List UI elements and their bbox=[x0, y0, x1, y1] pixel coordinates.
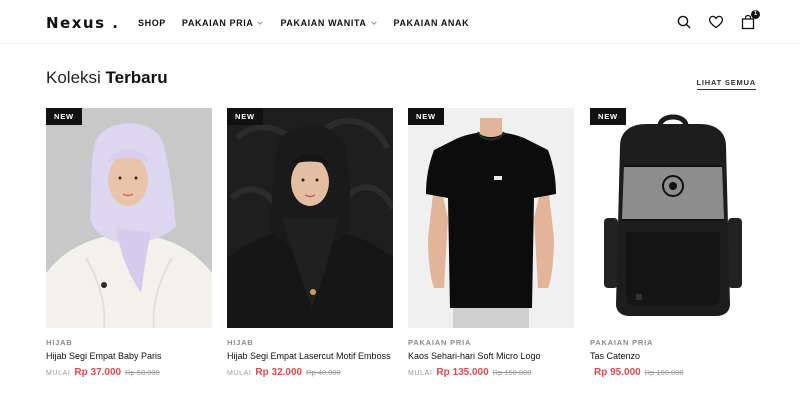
nav-pakaian-wanita[interactable]: PAKAIAN WANITA bbox=[280, 18, 377, 28]
product-old-price: Rp 40.000 bbox=[306, 368, 341, 377]
product-grid: NEW HIJAB Hijab Segi Empat Baby Paris MU… bbox=[46, 108, 756, 388]
new-badge: NEW bbox=[408, 108, 444, 125]
product-price: Rp 37.000 bbox=[74, 367, 122, 378]
product-old-price: Rp 58.000 bbox=[125, 368, 160, 377]
product-category: PAKAIAN PRIA bbox=[590, 338, 654, 347]
nav-pakaian-wanita-label: PAKAIAN WANITA bbox=[280, 18, 367, 28]
product-category: PAKAIAN PRIA bbox=[408, 338, 472, 347]
cart-button[interactable]: 1 bbox=[740, 10, 760, 30]
nav-pakaian-anak-label: PAKAIAN ANAK bbox=[393, 18, 470, 28]
product-old-price: Rp 150.000 bbox=[492, 368, 532, 377]
logo[interactable]: Nexus . bbox=[46, 14, 119, 32]
chevron-down-icon bbox=[370, 21, 377, 25]
site-header: Nexus . SHOP PAKAIAN PRIA PAKAIAN WANITA… bbox=[0, 0, 800, 44]
hijab-lasercut-image bbox=[227, 108, 393, 328]
product-name[interactable]: Tas Catenzo bbox=[590, 351, 756, 361]
product-card[interactable]: NEW HIJAB Hijab Segi Empat Lasercut Moti… bbox=[227, 108, 393, 378]
product-card[interactable]: NEW PAKAIAN PRIA Tas Catenzo Rp 95.000 R… bbox=[590, 108, 756, 378]
tas-catenzo-image bbox=[590, 108, 756, 328]
search-icon bbox=[677, 15, 691, 29]
nav-pakaian-pria-label: PAKAIAN PRIA bbox=[181, 18, 254, 28]
product-card[interactable]: NEW HIJAB Hijab Segi Empat Baby Paris MU… bbox=[46, 108, 212, 378]
cart-count-badge: 1 bbox=[751, 10, 760, 19]
product-name[interactable]: Hijab Segi Empat Baby Paris bbox=[46, 351, 212, 361]
price-from-label: MULAI bbox=[46, 370, 71, 377]
search-button[interactable] bbox=[676, 14, 692, 30]
product-image[interactable]: NEW bbox=[46, 108, 212, 328]
product-name[interactable]: Hijab Segi Empat Lasercut Motif Emboss bbox=[227, 351, 393, 361]
product-price: Rp 135.000 bbox=[436, 367, 489, 378]
section-title-bold: Terbaru bbox=[105, 68, 168, 87]
price-from-label: MULAI bbox=[408, 370, 433, 377]
product-name[interactable]: Kaos Sehari-hari Soft Micro Logo bbox=[408, 351, 574, 361]
main-nav: SHOP PAKAIAN PRIA PAKAIAN WANITA PAKAIAN… bbox=[138, 18, 469, 28]
product-old-price: Rp 100.000 bbox=[644, 368, 684, 377]
nav-shop-label: SHOP bbox=[138, 18, 166, 28]
product-category: HIJAB bbox=[46, 338, 73, 347]
product-image[interactable]: NEW bbox=[227, 108, 393, 328]
see-all-link[interactable]: LIHAT SEMUA bbox=[696, 78, 756, 90]
nav-pakaian-anak[interactable]: PAKAIAN ANAK bbox=[394, 18, 470, 28]
price-row: MULAI Rp 135.000 Rp 150.000 bbox=[408, 367, 574, 378]
new-badge: NEW bbox=[46, 108, 82, 125]
hijab-baby-paris-image bbox=[46, 108, 212, 328]
nav-pakaian-pria[interactable]: PAKAIAN PRIA bbox=[182, 18, 265, 28]
chevron-down-icon bbox=[257, 21, 264, 25]
header-icons: 1 bbox=[676, 10, 760, 30]
heart-icon bbox=[708, 15, 724, 29]
section-title: Koleksi Terbaru bbox=[46, 68, 168, 88]
product-card[interactable]: NEW PAKAIAN PRIA Kaos Sehari-hari Soft M… bbox=[408, 108, 574, 378]
price-from-label: MULAI bbox=[227, 370, 252, 377]
new-badge: NEW bbox=[227, 108, 263, 125]
product-image[interactable]: NEW bbox=[408, 108, 574, 328]
new-badge: NEW bbox=[590, 108, 626, 125]
price-row: MULAI Rp 37.000 Rp 58.000 bbox=[46, 367, 212, 378]
nav-shop[interactable]: SHOP bbox=[138, 18, 166, 28]
price-row: MULAI Rp 32.000 Rp 40.000 bbox=[227, 367, 393, 378]
product-category: HIJAB bbox=[227, 338, 254, 347]
price-row: Rp 95.000 Rp 100.000 bbox=[590, 367, 756, 378]
product-image[interactable]: NEW bbox=[590, 108, 756, 328]
product-price: Rp 95.000 bbox=[594, 367, 641, 378]
wishlist-button[interactable] bbox=[708, 14, 724, 30]
product-price: Rp 32.000 bbox=[255, 367, 303, 378]
kaos-soft-micro-logo-image bbox=[408, 108, 574, 328]
section-title-light: Koleksi bbox=[46, 68, 101, 87]
